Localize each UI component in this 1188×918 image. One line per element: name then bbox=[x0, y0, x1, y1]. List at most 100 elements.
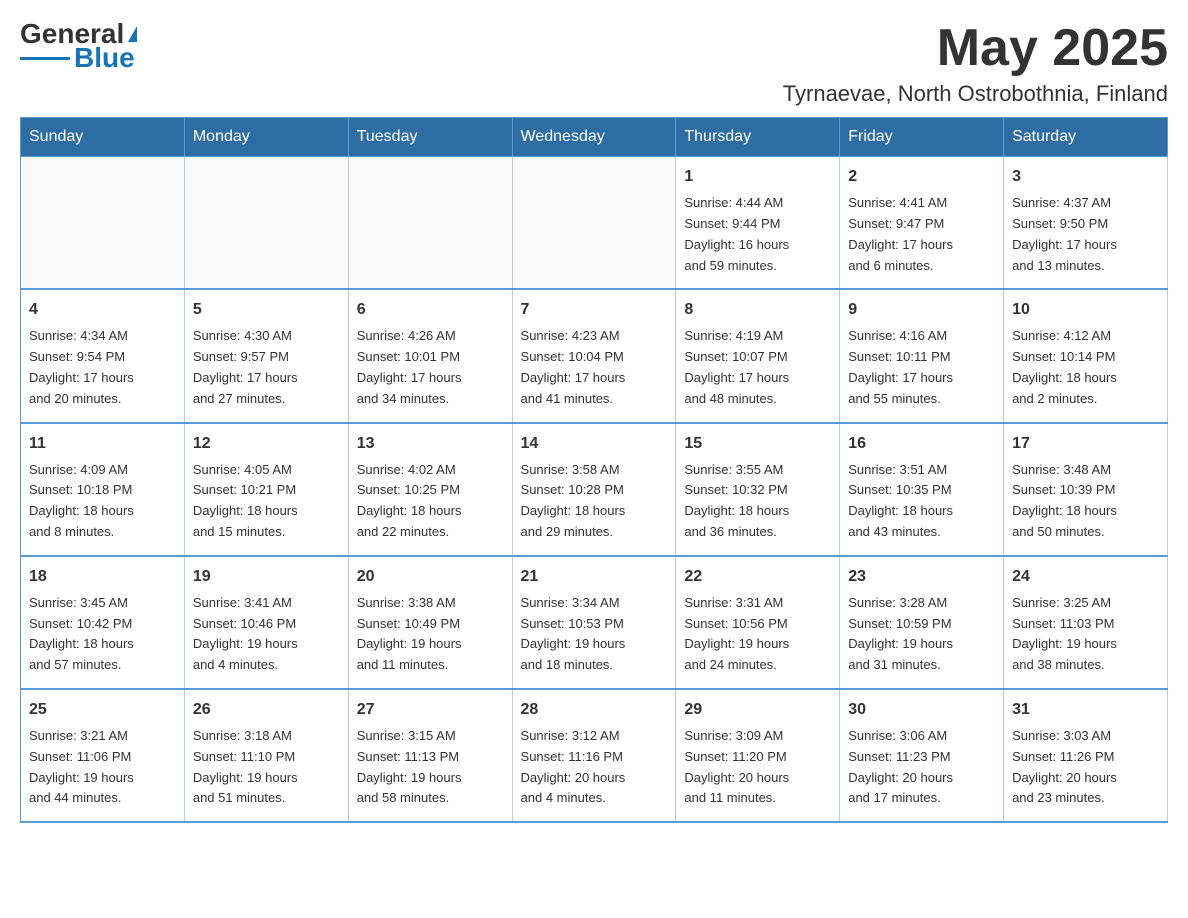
page-header: General Blue May 2025 Tyrnaevae, North O… bbox=[20, 20, 1168, 107]
day-number: 25 bbox=[29, 698, 176, 722]
day-number: 27 bbox=[357, 698, 504, 722]
day-info: Sunrise: 3:41 AM Sunset: 10:46 PM Daylig… bbox=[193, 593, 340, 676]
day-number: 16 bbox=[848, 432, 995, 456]
day-number: 17 bbox=[1012, 432, 1159, 456]
day-number: 31 bbox=[1012, 698, 1159, 722]
calendar-header-row: SundayMondayTuesdayWednesdayThursdayFrid… bbox=[21, 118, 1168, 157]
calendar-week-row: 4 Sunrise: 4:34 AM Sunset: 9:54 PM Daylig… bbox=[21, 289, 1168, 422]
day-number: 3 bbox=[1012, 165, 1159, 189]
day-info: Sunrise: 4:30 AM Sunset: 9:57 PM Dayligh… bbox=[193, 326, 340, 409]
day-info: Sunrise: 3:25 AM Sunset: 11:03 PM Daylig… bbox=[1012, 593, 1159, 676]
calendar-day-cell: 19 Sunrise: 3:41 AM Sunset: 10:46 PM Dayl… bbox=[184, 556, 348, 689]
day-number: 11 bbox=[29, 432, 176, 456]
day-info: Sunrise: 4:16 AM Sunset: 10:11 PM Daylig… bbox=[848, 326, 995, 409]
day-info: Sunrise: 3:21 AM Sunset: 11:06 PM Daylig… bbox=[29, 726, 176, 809]
day-number: 24 bbox=[1012, 565, 1159, 589]
day-info: Sunrise: 3:06 AM Sunset: 11:23 PM Daylig… bbox=[848, 726, 995, 809]
calendar-day-cell: 5 Sunrise: 4:30 AM Sunset: 9:57 PM Daylig… bbox=[184, 289, 348, 422]
day-number: 9 bbox=[848, 298, 995, 322]
day-number: 19 bbox=[193, 565, 340, 589]
calendar-day-cell: 9 Sunrise: 4:16 AM Sunset: 10:11 PM Dayli… bbox=[840, 289, 1004, 422]
calendar-day-cell bbox=[184, 157, 348, 290]
day-number: 12 bbox=[193, 432, 340, 456]
calendar-day-cell: 3 Sunrise: 4:37 AM Sunset: 9:50 PM Daylig… bbox=[1004, 157, 1168, 290]
calendar-week-row: 11 Sunrise: 4:09 AM Sunset: 10:18 PM Dayl… bbox=[21, 423, 1168, 556]
day-info: Sunrise: 4:02 AM Sunset: 10:25 PM Daylig… bbox=[357, 460, 504, 543]
day-info: Sunrise: 3:51 AM Sunset: 10:35 PM Daylig… bbox=[848, 460, 995, 543]
calendar-day-cell: 11 Sunrise: 4:09 AM Sunset: 10:18 PM Dayl… bbox=[21, 423, 185, 556]
day-number: 15 bbox=[684, 432, 831, 456]
calendar-day-cell: 18 Sunrise: 3:45 AM Sunset: 10:42 PM Dayl… bbox=[21, 556, 185, 689]
day-number: 23 bbox=[848, 565, 995, 589]
calendar-day-cell bbox=[348, 157, 512, 290]
day-info: Sunrise: 3:45 AM Sunset: 10:42 PM Daylig… bbox=[29, 593, 176, 676]
calendar-day-cell: 15 Sunrise: 3:55 AM Sunset: 10:32 PM Dayl… bbox=[676, 423, 840, 556]
day-info: Sunrise: 4:44 AM Sunset: 9:44 PM Dayligh… bbox=[684, 193, 831, 276]
calendar-week-row: 1Sunrise: 4:44 AM Sunset: 9:44 PM Daylig… bbox=[21, 157, 1168, 290]
calendar-day-cell: 17 Sunrise: 3:48 AM Sunset: 10:39 PM Dayl… bbox=[1004, 423, 1168, 556]
day-info: Sunrise: 3:28 AM Sunset: 10:59 PM Daylig… bbox=[848, 593, 995, 676]
day-info: Sunrise: 4:09 AM Sunset: 10:18 PM Daylig… bbox=[29, 460, 176, 543]
day-of-week-header: Wednesday bbox=[512, 118, 676, 157]
calendar-day-cell bbox=[512, 157, 676, 290]
day-info: Sunrise: 3:18 AM Sunset: 11:10 PM Daylig… bbox=[193, 726, 340, 809]
day-info: Sunrise: 3:38 AM Sunset: 10:49 PM Daylig… bbox=[357, 593, 504, 676]
calendar-day-cell: 13 Sunrise: 4:02 AM Sunset: 10:25 PM Dayl… bbox=[348, 423, 512, 556]
day-info: Sunrise: 3:09 AM Sunset: 11:20 PM Daylig… bbox=[684, 726, 831, 809]
day-number: 13 bbox=[357, 432, 504, 456]
calendar-day-cell: 16 Sunrise: 3:51 AM Sunset: 10:35 PM Dayl… bbox=[840, 423, 1004, 556]
title-section: May 2025 Tyrnaevae, North Ostrobothnia, … bbox=[783, 20, 1168, 107]
month-title: May 2025 bbox=[783, 20, 1168, 77]
calendar-day-cell: 28 Sunrise: 3:12 AM Sunset: 11:16 PM Dayl… bbox=[512, 689, 676, 822]
calendar-day-cell: 26 Sunrise: 3:18 AM Sunset: 11:10 PM Dayl… bbox=[184, 689, 348, 822]
day-info: Sunrise: 4:19 AM Sunset: 10:07 PM Daylig… bbox=[684, 326, 831, 409]
calendar-week-row: 18 Sunrise: 3:45 AM Sunset: 10:42 PM Dayl… bbox=[21, 556, 1168, 689]
calendar-day-cell: 21Sunrise: 3:34 AM Sunset: 10:53 PM Dayl… bbox=[512, 556, 676, 689]
calendar-day-cell: 14Sunrise: 3:58 AM Sunset: 10:28 PM Dayl… bbox=[512, 423, 676, 556]
day-number: 29 bbox=[684, 698, 831, 722]
day-number: 4 bbox=[29, 298, 176, 322]
calendar-day-cell: 25 Sunrise: 3:21 AM Sunset: 11:06 PM Dayl… bbox=[21, 689, 185, 822]
day-number: 6 bbox=[357, 298, 504, 322]
calendar-day-cell: 2 Sunrise: 4:41 AM Sunset: 9:47 PM Daylig… bbox=[840, 157, 1004, 290]
day-info: Sunrise: 4:41 AM Sunset: 9:47 PM Dayligh… bbox=[848, 193, 995, 276]
location-title: Tyrnaevae, North Ostrobothnia, Finland bbox=[783, 81, 1168, 107]
calendar-day-cell: 4 Sunrise: 4:34 AM Sunset: 9:54 PM Daylig… bbox=[21, 289, 185, 422]
day-number: 26 bbox=[193, 698, 340, 722]
calendar-day-cell: 22 Sunrise: 3:31 AM Sunset: 10:56 PM Dayl… bbox=[676, 556, 840, 689]
day-number: 2 bbox=[848, 165, 995, 189]
calendar-table: SundayMondayTuesdayWednesdayThursdayFrid… bbox=[20, 117, 1168, 823]
day-number: 22 bbox=[684, 565, 831, 589]
day-number: 18 bbox=[29, 565, 176, 589]
calendar-day-cell: 23 Sunrise: 3:28 AM Sunset: 10:59 PM Dayl… bbox=[840, 556, 1004, 689]
logo: General Blue bbox=[20, 20, 137, 72]
calendar-day-cell: 27Sunrise: 3:15 AM Sunset: 11:13 PM Dayl… bbox=[348, 689, 512, 822]
calendar-day-cell: 20 Sunrise: 3:38 AM Sunset: 10:49 PM Dayl… bbox=[348, 556, 512, 689]
day-info: Sunrise: 3:55 AM Sunset: 10:32 PM Daylig… bbox=[684, 460, 831, 543]
day-of-week-header: Saturday bbox=[1004, 118, 1168, 157]
day-info: Sunrise: 4:26 AM Sunset: 10:01 PM Daylig… bbox=[357, 326, 504, 409]
day-info: Sunrise: 3:48 AM Sunset: 10:39 PM Daylig… bbox=[1012, 460, 1159, 543]
day-info: Sunrise: 4:34 AM Sunset: 9:54 PM Dayligh… bbox=[29, 326, 176, 409]
calendar-day-cell: 10Sunrise: 4:12 AM Sunset: 10:14 PM Dayl… bbox=[1004, 289, 1168, 422]
day-info: Sunrise: 3:34 AM Sunset: 10:53 PM Daylig… bbox=[521, 593, 668, 676]
day-number: 5 bbox=[193, 298, 340, 322]
calendar-day-cell: 7Sunrise: 4:23 AM Sunset: 10:04 PM Dayli… bbox=[512, 289, 676, 422]
day-of-week-header: Friday bbox=[840, 118, 1004, 157]
day-info: Sunrise: 3:31 AM Sunset: 10:56 PM Daylig… bbox=[684, 593, 831, 676]
calendar-day-cell: 30 Sunrise: 3:06 AM Sunset: 11:23 PM Dayl… bbox=[840, 689, 1004, 822]
day-number: 30 bbox=[848, 698, 995, 722]
day-info: Sunrise: 3:03 AM Sunset: 11:26 PM Daylig… bbox=[1012, 726, 1159, 809]
calendar-week-row: 25 Sunrise: 3:21 AM Sunset: 11:06 PM Dayl… bbox=[21, 689, 1168, 822]
day-info: Sunrise: 4:12 AM Sunset: 10:14 PM Daylig… bbox=[1012, 326, 1159, 409]
day-number: 28 bbox=[521, 698, 668, 722]
day-number: 7 bbox=[521, 298, 668, 322]
day-info: Sunrise: 4:37 AM Sunset: 9:50 PM Dayligh… bbox=[1012, 193, 1159, 276]
calendar-day-cell: 31 Sunrise: 3:03 AM Sunset: 11:26 PM Dayl… bbox=[1004, 689, 1168, 822]
day-info: Sunrise: 3:58 AM Sunset: 10:28 PM Daylig… bbox=[521, 460, 668, 543]
calendar-day-cell: 29 Sunrise: 3:09 AM Sunset: 11:20 PM Dayl… bbox=[676, 689, 840, 822]
logo-text-blue: Blue bbox=[74, 44, 135, 72]
day-of-week-header: Thursday bbox=[676, 118, 840, 157]
day-info: Sunrise: 3:12 AM Sunset: 11:16 PM Daylig… bbox=[521, 726, 668, 809]
day-number: 20 bbox=[357, 565, 504, 589]
